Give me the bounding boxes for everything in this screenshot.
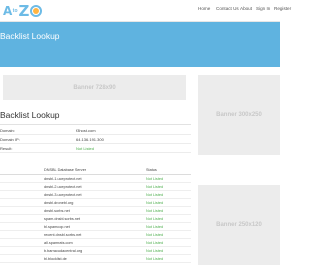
logo-letter-z: Z xyxy=(18,2,30,20)
info-key: Domain: xyxy=(0,128,15,133)
table-row: Result: Not Listed xyxy=(0,144,191,153)
result-summary-table: Domain: f3host.com Domain IP: 64.136.191… xyxy=(0,126,191,153)
server-name: recent.dnsbl.sorbs.net xyxy=(44,233,82,237)
nav-about[interactable]: About xyxy=(240,6,252,11)
server-name: spam.dnsbl.sorbs.net xyxy=(44,217,81,221)
server-name: bl.blocklist.de xyxy=(44,257,67,261)
table-row: dnsbl-3.uceprotect.net Not Listed xyxy=(0,191,191,199)
info-value: f3host.com xyxy=(76,128,96,133)
table-row: b.barracudacentral.org Not Listed xyxy=(0,247,191,255)
server-name: bl.spamcop.net xyxy=(44,225,70,229)
server-name: b.barracudacentral.org xyxy=(44,249,83,253)
title-divider xyxy=(0,124,191,125)
server-name: dnsbl-1.uceprotect.net xyxy=(44,177,82,181)
nav-sign-in[interactable]: Sign In xyxy=(256,6,270,11)
status-value: Not Listed xyxy=(146,225,164,229)
status-value: Not Listed xyxy=(146,177,164,181)
nav-home[interactable]: Home xyxy=(198,6,210,11)
site-logo[interactable]: A to Z xyxy=(3,2,43,20)
server-name: dnsbl.sorbs.net xyxy=(44,209,70,213)
page-title: Backlist Lookup xyxy=(0,110,60,120)
dnsbl-results-table: DNSBL Database Server Status dnsbl-1.uce… xyxy=(0,165,191,263)
status-value: Not Listed xyxy=(146,233,164,237)
status-value: Not Listed xyxy=(146,185,164,189)
info-status-value: Not Listed xyxy=(76,146,95,151)
status-value: Not Listed xyxy=(146,201,164,205)
column-header-server: DNSBL Database Server xyxy=(44,168,87,172)
table-row: all.spamrats.com Not Listed xyxy=(0,239,191,247)
table-row: bl.blocklist.de Not Listed xyxy=(0,255,191,263)
column-header-status: Status xyxy=(146,168,157,172)
table-row: dnsbl.dronebl.org Not Listed xyxy=(0,199,191,207)
table-row: dnsbl-2.uceprotect.net Not Listed xyxy=(0,183,191,191)
status-value: Not Listed xyxy=(146,209,164,213)
status-value: Not Listed xyxy=(146,257,164,261)
nav-contact-us[interactable]: Contact Us xyxy=(216,6,239,11)
ad-banner-main[interactable]: Banner 728x90 xyxy=(3,75,186,100)
top-navigation-bar: A to Z Home Contact Us About Sign In Reg… xyxy=(0,0,291,22)
status-value: Not Listed xyxy=(146,249,164,253)
server-name: dnsbl-3.uceprotect.net xyxy=(44,193,82,197)
banner-title: Backlist Lookup xyxy=(0,31,60,41)
status-value: Not Listed xyxy=(146,193,164,197)
nav-register[interactable]: Register xyxy=(274,6,291,11)
status-value: Not Listed xyxy=(146,241,164,245)
table-row: Domain: f3host.com xyxy=(0,126,191,135)
table-row: spam.dnsbl.sorbs.net Not Listed xyxy=(0,215,191,223)
page-banner: Backlist Lookup xyxy=(0,22,280,67)
server-name: dnsbl-2.uceprotect.net xyxy=(44,185,82,189)
status-value: Not Listed xyxy=(146,217,164,221)
info-key: Domain IP: xyxy=(0,137,20,142)
table-header: DNSBL Database Server Status xyxy=(0,165,191,175)
ad-banner-side-bottom[interactable]: Banner 250x120 xyxy=(198,185,280,265)
table-row: Domain IP: 64.136.191.300 xyxy=(0,135,191,144)
server-name: all.spamrats.com xyxy=(44,241,73,245)
info-key: Result: xyxy=(0,146,13,151)
table-row: dnsbl-1.uceprotect.net Not Listed xyxy=(0,175,191,183)
ad-banner-side-top[interactable]: Banner 300x250 xyxy=(198,75,280,155)
logo-o-icon xyxy=(30,5,43,17)
table-row: recent.dnsbl.sorbs.net Not Listed xyxy=(0,231,191,239)
table-row: bl.spamcop.net Not Listed xyxy=(0,223,191,231)
logo-to: to xyxy=(12,8,18,14)
logo-letter-a: A xyxy=(3,4,12,18)
server-name: dnsbl.dronebl.org xyxy=(44,201,74,205)
table-row: dnsbl.sorbs.net Not Listed xyxy=(0,207,191,215)
info-value: 64.136.191.300 xyxy=(76,137,104,142)
